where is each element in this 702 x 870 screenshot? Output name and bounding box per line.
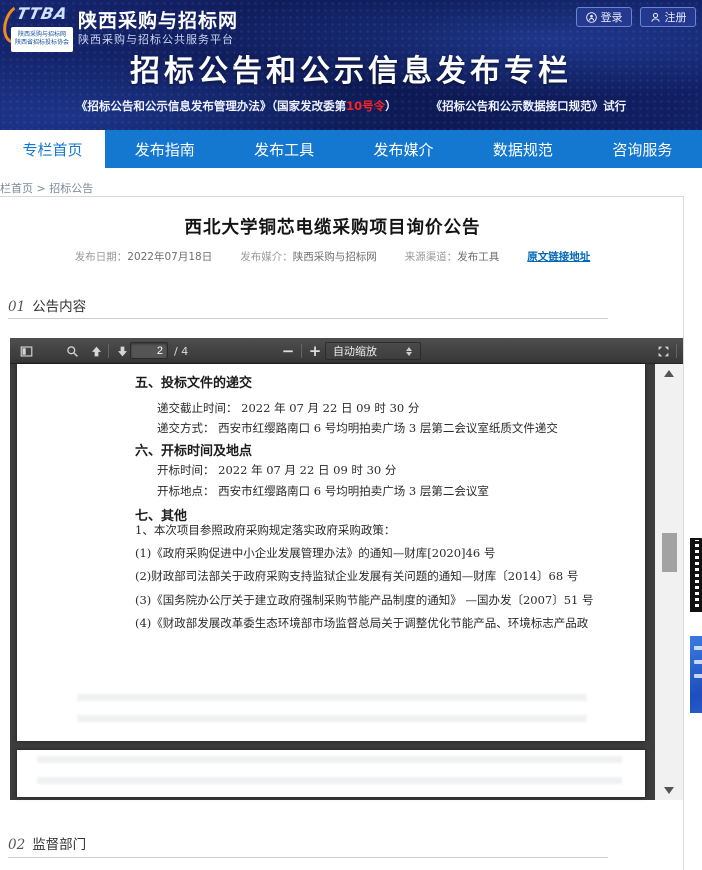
meta-publish-medium: 发布媒介：陕西采购与招标网	[240, 249, 377, 264]
doc-line: 开标时间： 2022 年 07 月 22 日 09 时 30 分	[157, 462, 396, 478]
login-user-icon	[586, 12, 597, 23]
site-name: 陕西采购与招标网	[78, 6, 238, 33]
main-nav: 专栏首页 发布指南 发布工具 发布媒介 数据规范 咨询服务	[0, 130, 702, 168]
meta-source-channel: 来源渠道：发布工具	[405, 249, 500, 264]
banner-note-part2: ）	[385, 99, 397, 113]
banner-title: 招标公告和公示信息发布专栏	[0, 46, 702, 90]
toolbar-separator	[108, 344, 109, 358]
doc-line: (1)《政府采购促进中小企业发展管理办法》的通知—财库[2020]46 号	[135, 545, 495, 561]
page: TTBA 陕西采购与招标网 陕西省招标投标协会 陕西采购与招标网 陕西采购与招标…	[0, 0, 702, 870]
scroll-up-arrow-icon[interactable]	[664, 370, 674, 377]
doc-line: 开标地点： 西安市红缨路南口 6 号均明拍卖广场 3 层第二会议室	[157, 483, 489, 499]
zoom-mode-select[interactable]: 自动缩放	[325, 342, 421, 360]
pdf-scrollbar[interactable]	[655, 364, 683, 800]
section-announcement-header: 01 公告内容	[8, 295, 86, 315]
site-header: TTBA 陕西采购与招标网 陕西省招标投标协会 陕西采购与招标网 陕西采购与招标…	[0, 0, 702, 130]
tab-publish-guide[interactable]: 发布指南	[105, 130, 224, 168]
qr-code-floater[interactable]	[690, 538, 702, 612]
breadcrumb-current: 招标公告	[49, 182, 93, 195]
section1-number: 01	[8, 299, 25, 315]
doc-line: (3)《国务院办公厅关于建立政府强制采购节能产品制度的通知》 —国办发〔2007…	[135, 592, 594, 608]
zoom-in-button[interactable]: +	[305, 342, 325, 360]
doc-line: (4)《财政部发展改革委生态环境部市场监督总局关于调整优化节能产品、环境标志产品…	[135, 615, 588, 631]
doc-line: 递交方式： 西安市红缨路南口 6 号均明拍卖广场 3 层第二会议室纸质文件递交	[157, 420, 558, 436]
doc-heading-5: 五、投标文件的递交	[135, 372, 252, 391]
banner-note-red: 10号令	[346, 99, 385, 113]
breadcrumb-separator: >	[33, 182, 49, 195]
pdf-page-next	[17, 750, 645, 797]
login-button[interactable]: 登录	[576, 7, 632, 27]
toolbar-separator	[676, 344, 677, 358]
section2-number: 02	[8, 837, 25, 853]
page-count-label: / 4	[174, 345, 188, 358]
section2-divider	[8, 857, 608, 858]
section-supervision-header: 02 监督部门	[8, 833, 86, 853]
faint-text-block	[37, 756, 622, 794]
doc-heading-6: 六、开标时间及地点	[135, 440, 252, 459]
banner-note: 《招标公告和公示信息发布管理办法》（国家发改委第10号令） 《招标公告和公示数据接…	[0, 98, 702, 114]
toolbar-separator	[301, 344, 302, 358]
register-user-icon	[650, 12, 661, 23]
sidebar-toggle-icon	[20, 345, 33, 358]
article-title: 西北大学铜芯电缆采购项目询价公告	[0, 214, 665, 239]
zoom-mode-value: 自动缩放	[333, 345, 377, 358]
previous-page-button[interactable]	[86, 342, 106, 360]
tab-consulting[interactable]: 咨询服务	[583, 130, 702, 168]
presentation-mode-button[interactable]	[653, 342, 673, 360]
scrollbar-thumb[interactable]	[662, 533, 677, 572]
logo-caption-line1: 陕西采购与招标网	[11, 31, 73, 39]
promo-banner-floater[interactable]	[690, 636, 702, 713]
pdf-page-current: 五、投标文件的递交 递交截止时间： 2022 年 07 月 22 日 09 时 …	[17, 364, 645, 741]
page-down-icon	[116, 345, 129, 358]
login-label: 登录	[601, 9, 623, 25]
site-subtitle: 陕西采购与招标公共服务平台	[78, 31, 234, 47]
logo-mark: TTBA	[15, 4, 70, 23]
doc-line: (2)财政部司法部关于政府采购支持监狱企业发展有关问题的通知—财库〔2014〕6…	[135, 568, 578, 584]
tab-data-standards[interactable]: 数据规范	[463, 130, 582, 168]
faint-text-block	[77, 694, 587, 734]
search-icon	[66, 345, 79, 358]
tab-publish-media[interactable]: 发布媒介	[344, 130, 463, 168]
doc-line: 递交截止时间： 2022 年 07 月 22 日 09 时 30 分	[157, 400, 419, 416]
tab-publish-tools[interactable]: 发布工具	[224, 130, 343, 168]
breadcrumb: 栏首页 > 招标公告	[0, 180, 93, 196]
site-logo[interactable]: TTBA 陕西采购与招标网 陕西省招标投标协会	[4, 3, 74, 51]
find-button[interactable]	[62, 342, 82, 360]
content-panel-top-border	[0, 196, 684, 197]
page-up-icon	[90, 345, 103, 358]
next-page-button[interactable]	[112, 342, 132, 360]
register-button[interactable]: 注册	[640, 7, 696, 27]
banner-note-part3: 《招标公告和公示数据接口规范》试行	[431, 99, 627, 113]
article-meta: 发布日期：2022年07月18日 发布媒介：陕西采购与招标网 来源渠道：发布工具…	[0, 249, 665, 264]
section1-title: 公告内容	[32, 299, 86, 315]
register-label: 注册	[665, 9, 687, 25]
section1-divider	[8, 318, 608, 319]
page-number-input[interactable]	[130, 342, 168, 359]
fullscreen-icon	[657, 345, 670, 358]
meta-publish-date: 发布日期：2022年07月18日	[75, 249, 212, 264]
content-panel-right-border	[683, 196, 684, 870]
select-arrows-icon	[406, 346, 414, 357]
original-link[interactable]: 原文链接地址	[527, 249, 590, 264]
banner-note-part1: 《招标公告和公示信息发布管理办法》（国家发改委第	[76, 99, 346, 113]
tab-column-home[interactable]: 专栏首页	[0, 130, 105, 168]
sidebar-toggle-button[interactable]	[16, 342, 36, 360]
doc-line: 1、本次项目参照政府采购规定落实政府采购政策：	[135, 522, 395, 538]
scroll-down-arrow-icon[interactable]	[664, 787, 674, 794]
zoom-out-button[interactable]: −	[278, 342, 298, 360]
breadcrumb-root[interactable]: 栏首页	[0, 182, 33, 195]
pdf-viewer: / 4 − + 自动缩放 五、投标文件的递交 递交截止时间： 2022 年 07…	[10, 338, 683, 800]
section2-title: 监督部门	[32, 837, 86, 853]
pdf-toolbar: / 4 − + 自动缩放	[10, 338, 683, 364]
